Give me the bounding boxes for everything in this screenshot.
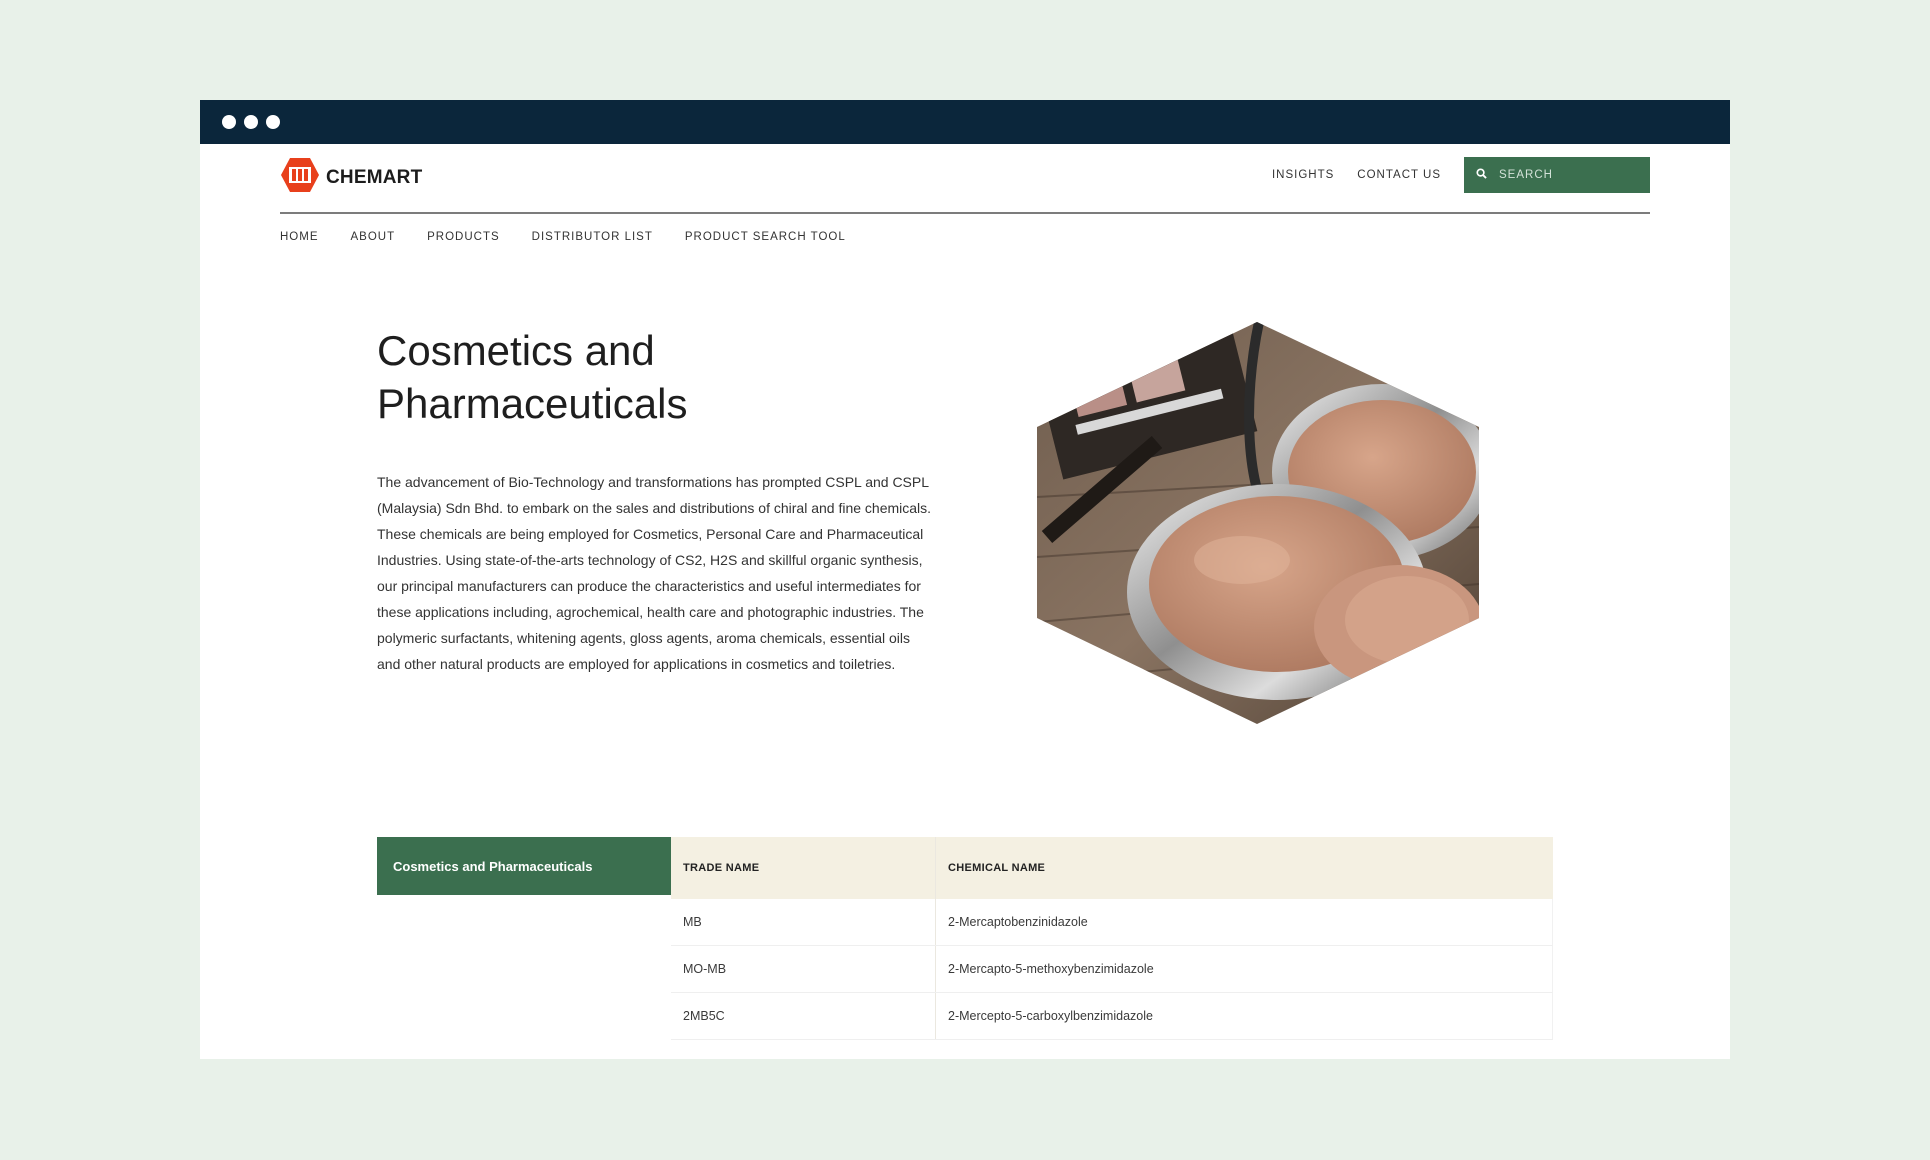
main-nav: HOME ABOUT PRODUCTS DISTRIBUTOR LIST PRO…	[280, 231, 878, 243]
trade-name-cell: MB	[671, 899, 936, 945]
column-header-chemical-name: CHEMICAL NAME	[948, 862, 1046, 874]
page-title: Cosmetics and Pharmaceuticals	[377, 327, 688, 427]
search-box[interactable]	[1464, 157, 1650, 193]
intro-paragraph: The advancement of Bio-Technology and tr…	[377, 474, 932, 672]
chemical-name-cell: 2-Mercepto-5-carboxylbenzimidazole	[948, 1009, 1153, 1023]
chemical-name-cell: 2-Mercaptobenzinidazole	[948, 915, 1088, 929]
nav-products[interactable]: PRODUCTS	[427, 231, 500, 243]
brand-logo-link[interactable]: CHEMART	[280, 157, 422, 198]
cosmetics-compact-illustration	[1037, 322, 1479, 724]
trade-name-cell: MO-MB	[671, 946, 936, 992]
trade-name-cell: 2MB5C	[671, 993, 936, 1039]
top-nav: INSIGHTS CONTACT US	[1272, 157, 1650, 193]
nav-insights-link[interactable]: INSIGHTS	[1272, 169, 1334, 181]
table-row: MB 2-Mercaptobenzinidazole	[671, 899, 1553, 946]
search-icon[interactable]	[1476, 166, 1487, 184]
column-header-trade-name: TRADE NAME	[671, 837, 936, 899]
window-titlebar	[200, 100, 1730, 144]
table-row: MO-MB 2-Mercapto-5-methoxybenzimidazole	[671, 946, 1553, 993]
browser-window: CHEMART INSIGHTS CONTACT US HOME ABOUT P…	[200, 100, 1730, 1059]
nav-product-search-tool[interactable]: PRODUCT SEARCH TOOL	[685, 231, 846, 243]
hero-hexagon-image	[1037, 322, 1479, 729]
site-header: CHEMART INSIGHTS CONTACT US	[280, 144, 1650, 214]
brand-name: CHEMART	[326, 166, 423, 188]
product-table: TRADE NAME CHEMICAL NAME MB 2-Mercaptobe…	[671, 837, 1553, 1040]
window-minimize-dot[interactable]	[244, 115, 258, 129]
search-input[interactable]	[1497, 168, 1641, 182]
window-maximize-dot[interactable]	[266, 115, 280, 129]
nav-distributor-list[interactable]: DISTRIBUTOR LIST	[532, 231, 653, 243]
category-tab-cosmetics[interactable]: Cosmetics and Pharmaceuticals	[377, 837, 671, 895]
table-row: 2MB5C 2-Mercepto-5-carboxylbenzimidazole	[671, 993, 1553, 1040]
window-close-dot[interactable]	[222, 115, 236, 129]
nav-about[interactable]: ABOUT	[351, 231, 396, 243]
nav-contact-link[interactable]: CONTACT US	[1357, 169, 1441, 181]
table-header: TRADE NAME CHEMICAL NAME	[671, 837, 1553, 899]
nav-home[interactable]: HOME	[280, 231, 319, 243]
chemart-logo-icon	[280, 157, 320, 198]
chemical-name-cell: 2-Mercapto-5-methoxybenzimidazole	[948, 962, 1154, 976]
